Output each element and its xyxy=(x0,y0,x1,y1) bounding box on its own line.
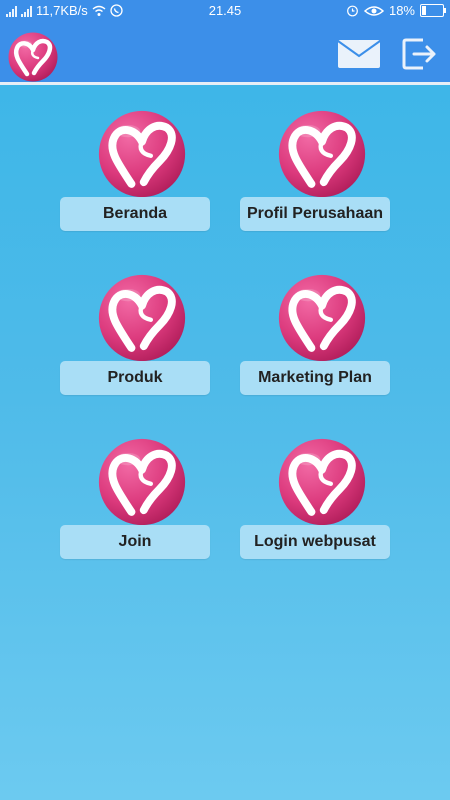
heart-ribbon-logo-icon xyxy=(98,274,186,362)
battery-icon xyxy=(420,4,446,17)
heart-ribbon-logo-icon xyxy=(278,274,366,362)
menu-item-label[interactable]: Beranda xyxy=(60,197,210,231)
heart-ribbon-logo-icon xyxy=(278,110,366,198)
menu-item-label[interactable]: Marketing Plan xyxy=(240,361,390,395)
alarm-icon xyxy=(347,5,358,17)
heart-ribbon-logo-icon xyxy=(278,438,366,526)
menu-item-label[interactable]: Login webpusat xyxy=(240,525,390,559)
heart-ribbon-logo-icon xyxy=(98,438,186,526)
status-bar: 11,7KB/s 21.45 18% xyxy=(0,0,450,24)
menu-item-label[interactable]: Profil Perusahaan xyxy=(240,197,390,231)
mail-button[interactable] xyxy=(337,39,381,69)
logout-button[interactable] xyxy=(401,37,437,71)
heart-ribbon-logo-icon xyxy=(98,110,186,198)
app-logo-icon[interactable] xyxy=(8,32,58,82)
battery-percent: 18% xyxy=(388,3,415,18)
eye-icon xyxy=(363,5,384,16)
app-bar xyxy=(0,24,450,85)
menu-item-label[interactable]: Produk xyxy=(60,361,210,395)
menu-item-label[interactable]: Join xyxy=(60,525,210,559)
